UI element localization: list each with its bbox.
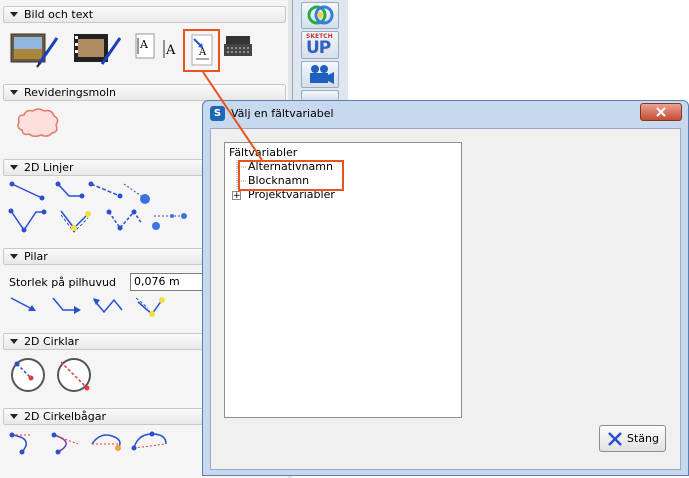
section-label: 2D Cirklar (24, 335, 79, 348)
close-dialog-button[interactable]: Stäng (599, 425, 666, 452)
polyline-tool-icon[interactable] (55, 180, 85, 202)
angle-line-tool-icon[interactable] (58, 206, 98, 234)
cancel-x-icon (608, 432, 622, 446)
collapse-triangle-icon (10, 12, 18, 17)
video-camera-button[interactable] (301, 61, 339, 88)
sketchup-logo-bottom: UP (306, 38, 331, 58)
section-label: 2D Cirkelbågar (24, 410, 106, 423)
double-arrow-tool-icon[interactable] (90, 292, 126, 318)
dotted-polyline-tool-icon[interactable] (150, 206, 190, 234)
arrow-size-label: Storlek på pilhuvud (9, 276, 116, 289)
dialog-close-button[interactable] (640, 103, 682, 121)
polyline-arrow-tool-icon[interactable] (50, 294, 84, 316)
section-header-bild-och-text[interactable]: Bild och text (3, 6, 286, 23)
interop-button[interactable] (301, 2, 339, 29)
arc-center-tool-icon[interactable] (48, 430, 84, 456)
arrow-tool-icon[interactable] (8, 294, 40, 316)
polygon-line-tool-icon[interactable] (8, 206, 48, 234)
typewriter-icon[interactable] (223, 33, 253, 59)
dashed-polyline-tool-icon[interactable] (106, 206, 146, 234)
close-icon (656, 107, 666, 117)
field-variable-dialog: S Välj en fältvariabel Fältvariabler Alt… (202, 100, 689, 476)
svg-text:A: A (139, 38, 149, 51)
collapse-triangle-icon (10, 414, 18, 419)
section-header-revideringsmoln[interactable]: Revideringsmoln (3, 84, 286, 101)
collapse-triangle-icon (10, 339, 18, 344)
close-button-label: Stäng (627, 432, 659, 445)
circle-diameter-tool-icon[interactable] (55, 356, 93, 394)
dotted-line-tool-icon[interactable] (122, 180, 154, 206)
text-block-icon[interactable]: A (134, 32, 156, 60)
insert-video-icon[interactable] (72, 30, 124, 70)
svg-text:A: A (165, 43, 176, 58)
collapse-triangle-icon (10, 254, 18, 259)
highlight-field-variable-tool (183, 29, 220, 72)
angle-arrow-tool-icon[interactable] (132, 292, 168, 318)
dashed-line-tool-icon[interactable] (88, 180, 124, 202)
line-tool-icon[interactable] (8, 180, 48, 202)
sketchup-button[interactable]: SKETCH UP (301, 31, 339, 59)
revision-cloud-icon[interactable] (14, 106, 62, 140)
section-label: Revideringsmoln (24, 86, 116, 99)
highlight-tree-items (238, 160, 344, 191)
tree-expand-icon[interactable]: + (232, 191, 241, 201)
video-camera-icon (310, 65, 334, 84)
circle-center-tool-icon[interactable] (9, 356, 47, 394)
partial-toolbar-button[interactable] (301, 90, 339, 100)
section-label: Bild och text (24, 8, 94, 21)
text-icon[interactable]: A (162, 36, 182, 60)
vertical-toolbar: SKETCH UP (292, 0, 348, 100)
app-logo-icon: S (210, 106, 225, 121)
insert-image-icon[interactable] (9, 30, 61, 70)
collapse-triangle-icon (10, 90, 18, 95)
arc-three-point-tool-icon[interactable] (8, 430, 42, 456)
arc-tangent-tool-icon[interactable] (88, 430, 128, 456)
collapse-triangle-icon (10, 165, 18, 170)
interop-rings-icon (307, 5, 334, 25)
section-label: 2D Linjer (24, 161, 74, 174)
section-label: Pilar (24, 250, 48, 263)
dialog-title: Välj en fältvariabel (231, 107, 334, 120)
arrow-size-input[interactable]: 0,076 m (130, 273, 210, 291)
arc-ellipse-tool-icon[interactable] (130, 430, 170, 456)
tree-node-root[interactable]: Fältvariabler (229, 146, 297, 160)
